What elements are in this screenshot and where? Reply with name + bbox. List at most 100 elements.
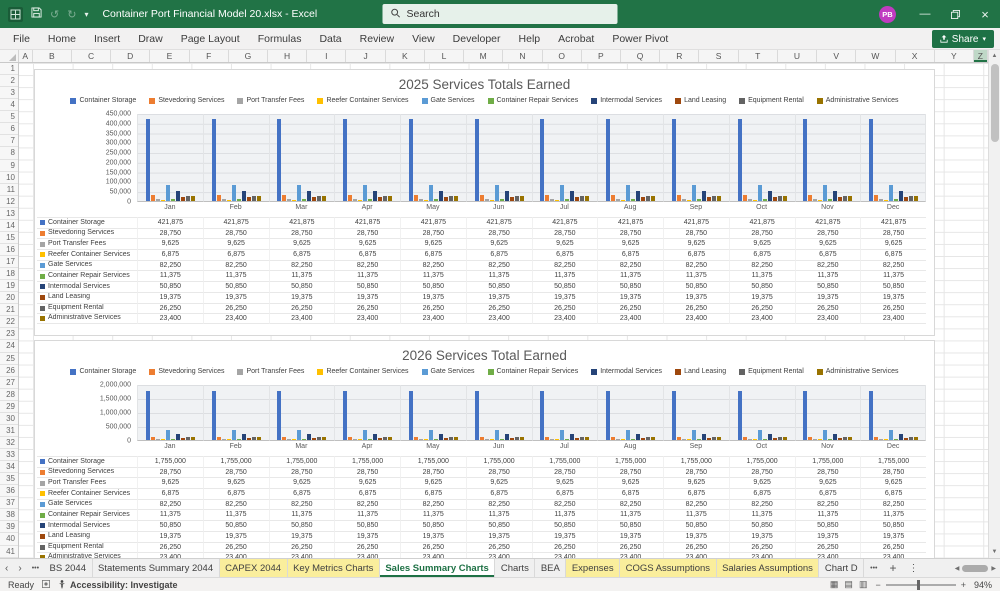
vertical-scrollbar[interactable]: ▲ ▼ bbox=[988, 50, 1000, 558]
column-header-F[interactable]: F bbox=[190, 50, 229, 62]
bar-reefer-container-services[interactable] bbox=[818, 199, 823, 201]
bar-equipment-rental[interactable] bbox=[514, 436, 519, 440]
bar-administrative-services[interactable] bbox=[453, 196, 458, 201]
bar-port-transfer-fees[interactable] bbox=[155, 199, 160, 201]
row-header-31[interactable]: 31 bbox=[0, 425, 18, 437]
bar-reefer-container-services[interactable] bbox=[160, 439, 165, 440]
bar-container-storage[interactable] bbox=[474, 390, 479, 440]
column-header-M[interactable]: M bbox=[464, 50, 504, 62]
row-header-29[interactable]: 29 bbox=[0, 401, 18, 413]
bar-container-repair-services[interactable] bbox=[236, 198, 241, 201]
bar-land-leasing[interactable] bbox=[180, 437, 185, 440]
bar-reefer-container-services[interactable] bbox=[686, 439, 691, 440]
bar-land-leasing[interactable] bbox=[641, 197, 646, 201]
bar-gate-services[interactable] bbox=[626, 184, 631, 201]
bar-cluster-jan[interactable] bbox=[137, 114, 203, 202]
bar-equipment-rental[interactable] bbox=[908, 436, 913, 440]
bar-port-transfer-fees[interactable] bbox=[813, 438, 818, 440]
ribbon-tab-review[interactable]: Review bbox=[351, 28, 403, 49]
bar-administrative-services[interactable] bbox=[848, 437, 853, 440]
bar-stevedoring-services[interactable] bbox=[545, 195, 550, 201]
bar-port-transfer-fees[interactable] bbox=[484, 199, 489, 201]
row-header-15[interactable]: 15 bbox=[0, 232, 18, 244]
bar-container-storage[interactable] bbox=[408, 118, 413, 201]
row-header-25[interactable]: 25 bbox=[0, 353, 18, 365]
row-header-7[interactable]: 7 bbox=[0, 135, 18, 148]
bar-container-storage[interactable] bbox=[737, 118, 742, 201]
legend-item-container-storage[interactable]: Container Storage bbox=[70, 97, 136, 104]
bar-administrative-services[interactable] bbox=[716, 437, 721, 440]
row-header-13[interactable]: 13 bbox=[0, 208, 18, 220]
ribbon-tab-developer[interactable]: Developer bbox=[444, 28, 510, 49]
bar-container-storage[interactable] bbox=[474, 118, 479, 201]
row-header-11[interactable]: 11 bbox=[0, 184, 18, 196]
bar-cluster-dec[interactable] bbox=[860, 114, 926, 202]
page-layout-view-icon[interactable]: ▤ bbox=[844, 579, 853, 590]
bar-administrative-services[interactable] bbox=[782, 437, 787, 440]
bar-stevedoring-services[interactable] bbox=[150, 195, 155, 201]
bar-gate-services[interactable] bbox=[297, 430, 302, 440]
column-header-E[interactable]: E bbox=[150, 50, 190, 62]
row-header-19[interactable]: 19 bbox=[0, 280, 18, 293]
sheet-tab-sales-summary-charts[interactable]: Sales Summary Charts bbox=[379, 559, 496, 577]
bar-cluster-feb[interactable] bbox=[202, 385, 269, 441]
zoom-in-icon[interactable]: + bbox=[961, 580, 966, 590]
bar-land-leasing[interactable] bbox=[903, 197, 908, 201]
sheet-tab-cogs-assumptions[interactable]: COGS Assumptions bbox=[620, 559, 717, 577]
bar-intermodal-services[interactable] bbox=[438, 434, 443, 440]
zoom-slider-thumb[interactable] bbox=[916, 579, 920, 590]
bar-stevedoring-services[interactable] bbox=[282, 195, 287, 201]
bar-stevedoring-services[interactable] bbox=[545, 436, 550, 440]
row-header-38[interactable]: 38 bbox=[0, 509, 18, 522]
bar-container-storage[interactable] bbox=[145, 390, 150, 440]
column-header-H[interactable]: H bbox=[268, 50, 308, 62]
bar-cluster-sep[interactable] bbox=[663, 114, 729, 202]
bar-administrative-services[interactable] bbox=[519, 196, 524, 201]
sheet-tab-bea[interactable]: BEA bbox=[535, 559, 567, 577]
ribbon-tab-acrobat[interactable]: Acrobat bbox=[549, 28, 603, 49]
row-header-20[interactable]: 20 bbox=[0, 292, 18, 305]
column-header-V[interactable]: V bbox=[817, 50, 857, 62]
row-header-30[interactable]: 30 bbox=[0, 413, 18, 425]
bar-cluster-sep[interactable] bbox=[663, 385, 729, 441]
bar-reefer-container-services[interactable] bbox=[423, 199, 428, 201]
sheet-nav-right-icon[interactable]: › bbox=[13, 559, 26, 577]
bar-container-storage[interactable] bbox=[211, 390, 216, 440]
bar-cluster-jan[interactable] bbox=[137, 385, 203, 441]
bar-container-repair-services[interactable] bbox=[762, 438, 767, 440]
legend-item-equipment-rental[interactable]: Equipment Rental bbox=[739, 368, 804, 375]
bar-cluster-nov[interactable] bbox=[794, 385, 861, 441]
bar-stevedoring-services[interactable] bbox=[611, 195, 616, 201]
bar-intermodal-services[interactable] bbox=[373, 434, 378, 440]
legend-item-stevedoring-services[interactable]: Stevedoring Services bbox=[149, 368, 224, 375]
bar-land-leasing[interactable] bbox=[180, 197, 185, 201]
row-header-39[interactable]: 39 bbox=[0, 521, 18, 534]
bar-reefer-container-services[interactable] bbox=[752, 199, 757, 201]
ribbon-tab-power-pivot[interactable]: Power Pivot bbox=[603, 28, 677, 49]
bar-stevedoring-services[interactable] bbox=[479, 436, 484, 440]
sheet-tab-chart-d[interactable]: Chart D bbox=[819, 559, 865, 577]
bar-cluster-dec[interactable] bbox=[860, 385, 926, 441]
bar-equipment-rental[interactable] bbox=[514, 195, 519, 201]
bar-equipment-rental[interactable] bbox=[711, 436, 716, 440]
bar-gate-services[interactable] bbox=[888, 184, 893, 201]
ribbon-tab-draw[interactable]: Draw bbox=[129, 28, 172, 49]
bar-container-storage[interactable] bbox=[803, 118, 808, 201]
bar-land-leasing[interactable] bbox=[312, 197, 317, 201]
bar-container-repair-services[interactable] bbox=[499, 438, 504, 440]
column-header-J[interactable]: J bbox=[346, 50, 386, 62]
bar-port-transfer-fees[interactable] bbox=[550, 199, 555, 201]
horizontal-scrollbar[interactable]: ◀ ▶ bbox=[955, 559, 1000, 577]
zoom-level[interactable]: 94% bbox=[974, 580, 992, 590]
ribbon-tab-formulas[interactable]: Formulas bbox=[249, 28, 311, 49]
legend-item-port-transfer-fees[interactable]: Port Transfer Fees bbox=[237, 368, 304, 375]
bar-container-repair-services[interactable] bbox=[828, 438, 833, 440]
bar-intermodal-services[interactable] bbox=[307, 191, 312, 201]
row-header-40[interactable]: 40 bbox=[0, 533, 18, 546]
more-sheets-icon[interactable]: ••• bbox=[864, 559, 883, 577]
bar-stevedoring-services[interactable] bbox=[413, 195, 418, 201]
bar-administrative-services[interactable] bbox=[453, 437, 458, 440]
bar-cluster-mar[interactable] bbox=[268, 385, 335, 441]
bar-land-leasing[interactable] bbox=[443, 437, 448, 440]
bar-reefer-container-services[interactable] bbox=[883, 439, 888, 440]
